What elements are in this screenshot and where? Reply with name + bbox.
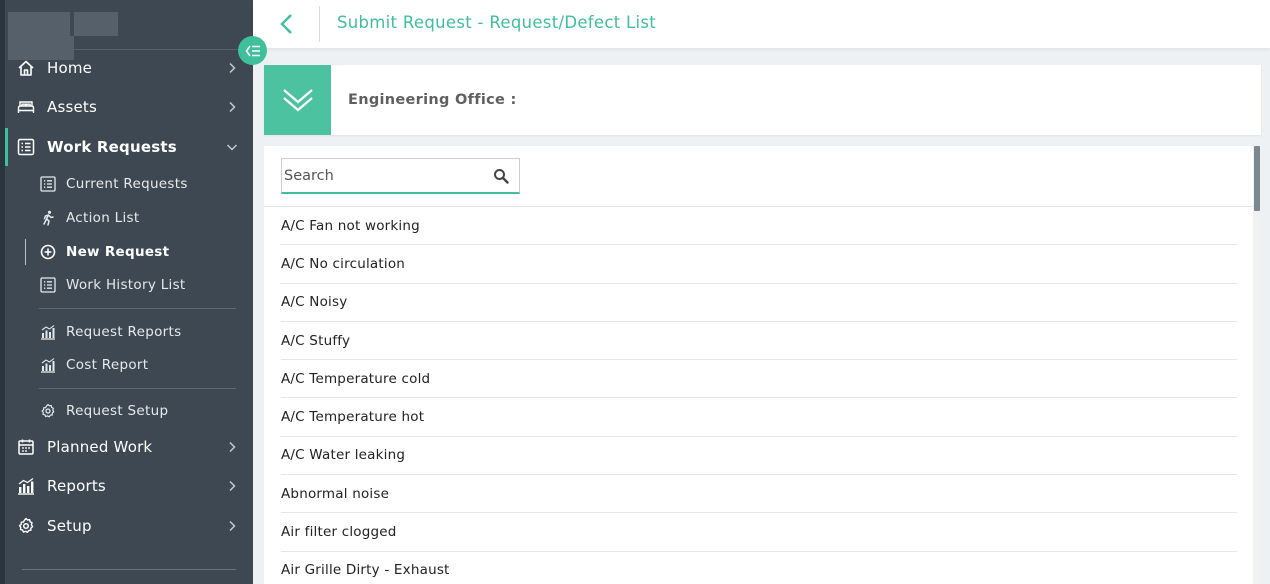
double-chevron-down-icon bbox=[282, 89, 313, 112]
list-item-label: A/C Fan not working bbox=[281, 217, 420, 234]
search-input[interactable] bbox=[282, 159, 482, 192]
list-item-label: A/C Water leaking bbox=[281, 447, 406, 464]
list-item[interactable]: A/C Fan not working bbox=[281, 207, 1237, 246]
chevron-right-icon bbox=[229, 62, 236, 74]
list-item-label: A/C Temperature hot bbox=[281, 409, 425, 426]
page-title: Submit Request - Request/Defect List bbox=[337, 13, 657, 32]
list-item[interactable]: A/C Stuffy bbox=[281, 322, 1237, 361]
sidebar-item-label: Home bbox=[47, 59, 93, 77]
chevron-right-icon bbox=[229, 520, 236, 532]
sidebar-item-setup[interactable]: Setup bbox=[5, 507, 253, 545]
brand-logo bbox=[8, 12, 190, 60]
defect-list: A/C Fan not working A/C No circulation A… bbox=[281, 207, 1237, 584]
defect-list-panel: A/C Fan not working A/C No circulation A… bbox=[264, 146, 1261, 584]
bar-chart-icon bbox=[41, 325, 55, 340]
list-item[interactable]: A/C Temperature cold bbox=[281, 360, 1237, 399]
office-card: Engineering Office : bbox=[264, 65, 1261, 135]
home-icon bbox=[18, 60, 34, 76]
office-label: Engineering Office : bbox=[348, 92, 517, 108]
list-item[interactable]: A/C Noisy bbox=[281, 284, 1237, 322]
scrollbar-thumb[interactable] bbox=[1254, 146, 1260, 211]
gear-icon bbox=[41, 403, 55, 418]
list-item[interactable]: A/C Water leaking bbox=[281, 437, 1237, 476]
list-item-label: A/C Temperature cold bbox=[281, 370, 431, 387]
sidebar-item-planned-work[interactable]: Planned Work bbox=[5, 428, 253, 466]
header: Submit Request - Request/Defect List bbox=[253, 0, 1270, 48]
list-item-label: A/C Stuffy bbox=[281, 332, 351, 349]
list-item[interactable]: Air Grille Dirty - Exhaust bbox=[281, 552, 1237, 584]
chevron-down-icon bbox=[226, 144, 238, 151]
sidebar-subitem-label: Request Reports bbox=[66, 324, 182, 340]
sidebar-item-label: Planned Work bbox=[47, 438, 153, 456]
sidebar-subitem-request-reports[interactable]: Request Reports bbox=[25, 317, 253, 347]
list-item-label: Air filter clogged bbox=[281, 524, 397, 541]
divider bbox=[22, 569, 236, 570]
sidebar-subitem-label: Work History List bbox=[66, 277, 186, 293]
divider bbox=[39, 388, 236, 389]
sidebar-subitem-label: Cost Report bbox=[66, 357, 149, 373]
sidebar-item-label: Reports bbox=[47, 477, 106, 495]
list-item-label: A/C No circulation bbox=[281, 255, 406, 272]
list-item[interactable]: A/C No circulation bbox=[281, 245, 1237, 284]
bed-icon bbox=[17, 101, 35, 113]
sidebar-subitem-label: Action List bbox=[66, 210, 140, 226]
bar-chart-icon bbox=[18, 478, 34, 495]
chevron-right-icon bbox=[229, 480, 236, 492]
list-item-label: Air Grille Dirty - Exhaust bbox=[281, 562, 450, 579]
sidebar-subitem-work-history-list[interactable]: Work History List bbox=[25, 270, 253, 300]
sidebar-subitem-label: Request Setup bbox=[66, 403, 169, 419]
sidebar-item-label: Setup bbox=[47, 517, 92, 535]
running-person-icon bbox=[43, 210, 54, 226]
calendar-icon bbox=[18, 439, 34, 455]
search-box bbox=[281, 158, 520, 194]
gear-icon bbox=[18, 517, 34, 533]
sidebar-item-assets[interactable]: Assets bbox=[5, 88, 253, 126]
list-item-label: Abnormal noise bbox=[281, 485, 390, 502]
list-item[interactable]: Air filter clogged bbox=[281, 513, 1237, 552]
sidebar-item-work-requests[interactable]: Work Requests bbox=[5, 128, 253, 166]
chevron-right-icon bbox=[229, 101, 236, 113]
sidebar-subitem-cost-report[interactable]: Cost Report bbox=[25, 350, 253, 380]
sidebar: Home Assets Work Requests Current Reques… bbox=[0, 0, 253, 584]
list-icon bbox=[17, 138, 35, 156]
sidebar-item-label: Assets bbox=[47, 98, 98, 116]
list-item[interactable]: Abnormal noise bbox=[281, 475, 1237, 514]
list-icon bbox=[40, 277, 56, 293]
sidebar-item-reports[interactable]: Reports bbox=[5, 467, 253, 505]
collapse-menu-icon bbox=[245, 45, 260, 56]
divider bbox=[319, 6, 320, 42]
plus-circle-icon bbox=[40, 244, 56, 260]
list-item[interactable]: A/C Temperature hot bbox=[281, 398, 1237, 437]
list-icon bbox=[40, 176, 56, 192]
sidebar-subitem-new-request[interactable]: New Request bbox=[25, 237, 253, 267]
sidebar-subitem-current-requests[interactable]: Current Requests bbox=[25, 169, 253, 199]
sidebar-subitem-request-setup[interactable]: Request Setup bbox=[25, 396, 253, 426]
scrollbar[interactable] bbox=[1253, 146, 1261, 584]
bar-chart-icon bbox=[41, 358, 55, 373]
back-arrow-icon[interactable] bbox=[277, 12, 297, 36]
sidebar-subitem-label: New Request bbox=[66, 244, 170, 260]
sidebar-item-home[interactable]: Home bbox=[5, 49, 253, 87]
office-expand-button[interactable] bbox=[264, 65, 331, 135]
list-item-label: A/C Noisy bbox=[281, 294, 348, 311]
divider bbox=[39, 308, 236, 309]
search-icon[interactable] bbox=[493, 168, 509, 184]
chevron-right-icon bbox=[229, 441, 236, 453]
sidebar-subitem-label: Current Requests bbox=[66, 176, 188, 192]
sidebar-subitem-action-list[interactable]: Action List bbox=[25, 203, 253, 233]
sidebar-item-label: Work Requests bbox=[47, 138, 177, 156]
collapse-sidebar-button[interactable] bbox=[238, 36, 267, 65]
